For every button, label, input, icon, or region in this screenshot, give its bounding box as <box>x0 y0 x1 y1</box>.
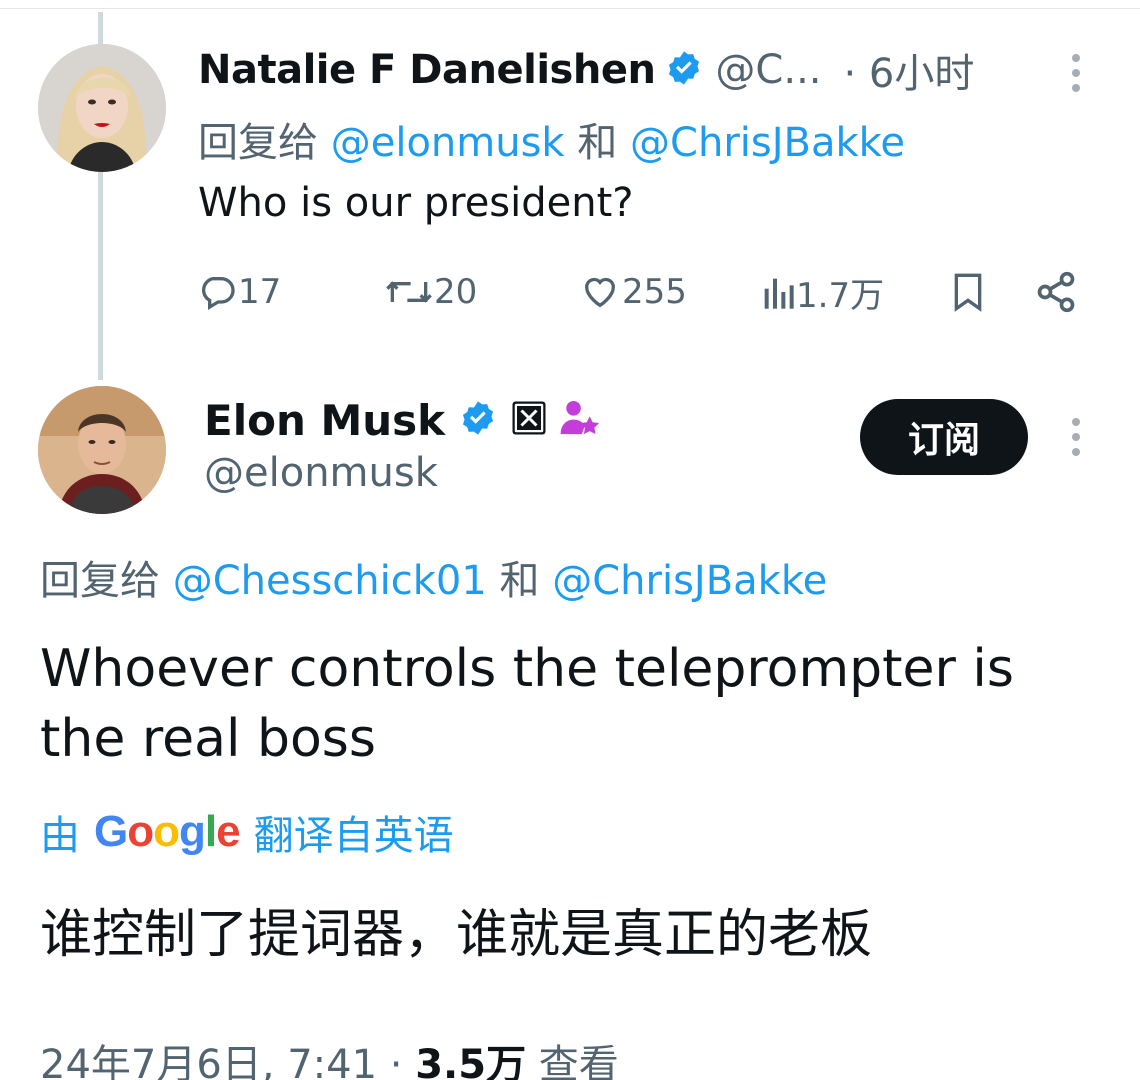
tweet1-author-name[interactable]: Natalie F Danelishen <box>198 47 656 93</box>
tweet2-handle[interactable]: @elonmusk <box>204 450 438 496</box>
tweet2-text: Whoever controls the teleprompter is the… <box>40 639 1014 769</box>
x-affiliate-icon[interactable] <box>511 400 547 440</box>
tweet2-author-name[interactable]: Elon Musk <box>204 396 445 445</box>
tweet1-timestamp[interactable]: · 6小时 <box>844 41 975 99</box>
reply-joiner: 和 <box>499 558 540 604</box>
google-logo: Google <box>94 807 241 856</box>
reply-prefix: 回复给 <box>198 120 318 166</box>
translate-by-label: 由 <box>40 813 80 859</box>
like-count: 255 <box>622 272 687 312</box>
mention-link[interactable]: @elonmusk <box>331 120 565 166</box>
tweet2-reply-to: 回复给 @Chesschick01 和 @ChrisJBakke <box>40 548 827 606</box>
retweet-button[interactable]: 20 <box>384 264 477 320</box>
share-icon <box>1037 271 1075 313</box>
reply-prefix: 回复给 <box>40 558 160 604</box>
reply-icon <box>201 277 235 310</box>
views-count: 1.7万 <box>796 275 885 316</box>
mention-link[interactable]: @ChrisJBakke <box>630 120 905 166</box>
translate-attribution[interactable]: 由 Google 翻译自英语 <box>40 804 454 860</box>
bookmark-button[interactable] <box>948 264 988 320</box>
views-total: 3.5万 <box>415 1042 527 1080</box>
verified-badge-icon <box>665 49 703 91</box>
tweet2-footer: 24年7月6日, 7:41 · 3.5万 查看 <box>40 1032 619 1080</box>
views-icon <box>764 278 794 309</box>
tweet-datetime[interactable]: 24年7月6日, 7:41 · <box>40 1042 402 1080</box>
bookmark-icon <box>954 273 982 312</box>
mention-link[interactable]: @Chesschick01 <box>173 558 487 604</box>
avatar-elon[interactable] <box>38 386 166 514</box>
tweet1-action-bar: 17 20 255 1.7万 <box>198 264 1088 320</box>
reply-button[interactable]: 17 <box>198 264 281 320</box>
retweet-count: 20 <box>434 272 478 312</box>
avatar-natalie[interactable] <box>38 44 166 172</box>
more-options-icon[interactable] <box>1072 418 1082 463</box>
share-button[interactable] <box>1034 264 1078 320</box>
more-options-icon[interactable] <box>1072 54 1082 99</box>
tweet1-handle[interactable]: @C... <box>715 47 821 93</box>
views-label: 查看 <box>538 1042 619 1080</box>
tweet2-header: Elon Musk <box>204 392 601 448</box>
reply-joiner: 和 <box>577 120 618 166</box>
views-button[interactable]: 1.7万 <box>760 264 884 320</box>
mention-link[interactable]: @ChrisJBakke <box>552 558 827 604</box>
top-divider <box>0 8 1140 9</box>
translated-text: 谁控制了提词器，谁就是真正的老板 <box>40 905 873 965</box>
affiliate-star-icon <box>559 398 601 442</box>
reply-count: 17 <box>238 272 282 312</box>
translate-from-label: 翻译自英语 <box>253 813 454 859</box>
like-button[interactable]: 255 <box>578 264 687 320</box>
subscribe-button[interactable]: 订阅 <box>860 399 1028 475</box>
retweet-icon <box>386 281 432 303</box>
tweet1-text: Who is our president? <box>198 180 634 226</box>
verified-badge-icon <box>459 399 497 441</box>
tweet1-header: Natalie F Danelishen @C... · 6小时 <box>198 42 974 98</box>
bottom-fade-overlay <box>820 1040 1140 1080</box>
like-icon <box>584 277 616 308</box>
tweet1-reply-to: 回复给 @elonmusk 和 @ChrisJBakke <box>198 110 905 168</box>
